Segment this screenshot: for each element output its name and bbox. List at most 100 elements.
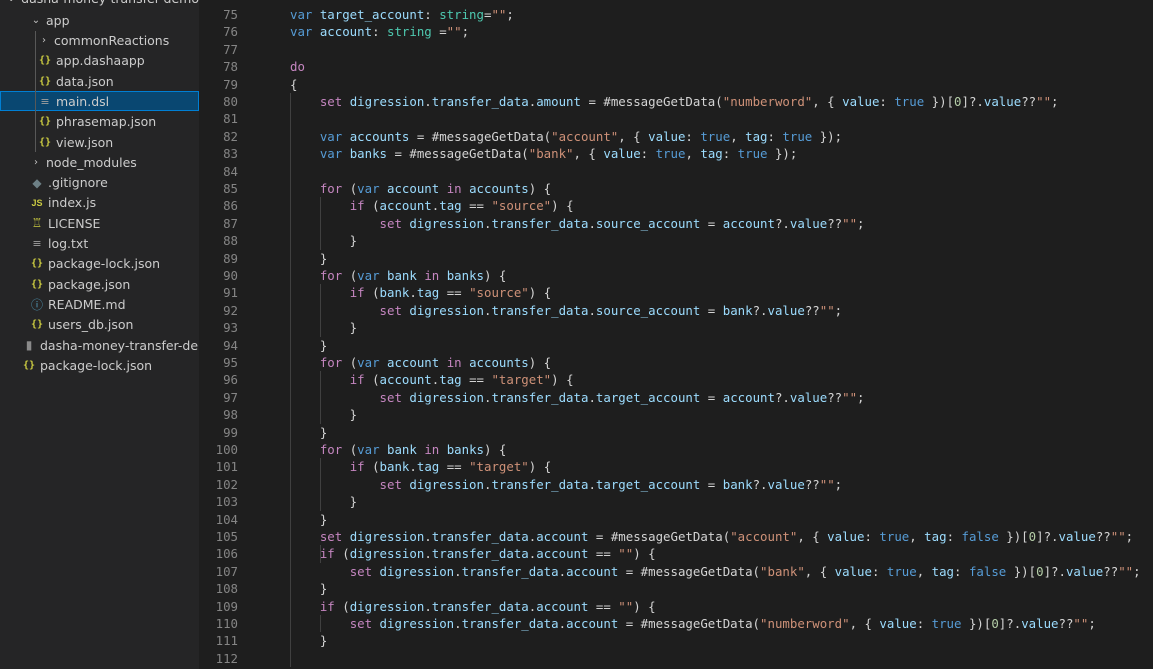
indent-guide [319, 458, 321, 511]
code-token: ) { [484, 268, 507, 283]
code-token: ; [506, 7, 514, 22]
code-token: banks [446, 268, 485, 283]
code-token: if [349, 372, 373, 388]
code-token: ?? [1058, 616, 1074, 631]
code-token: in [424, 442, 447, 457]
explorer-item[interactable]: JS index.js [0, 193, 199, 213]
code-token: 0 [954, 94, 962, 109]
explorer-item[interactable]: ◆ .gitignore [0, 173, 199, 193]
explorer-item[interactable]: {} package-lock.json [0, 355, 199, 375]
code-token: , { [618, 128, 649, 144]
code-token: value [983, 94, 1022, 109]
code-token: . [409, 285, 417, 301]
explorer-item-label: main.dsl [56, 93, 110, 109]
line-number: 86 [223, 198, 238, 214]
code-token: == [461, 198, 492, 214]
code-token: var [357, 268, 387, 283]
code-token: ; [834, 302, 843, 318]
explorer-item[interactable]: ≡ log.txt [0, 234, 199, 254]
line-number: 84 [223, 163, 238, 179]
code-token: tag [416, 459, 440, 475]
code-token: = #messageGetData( [409, 128, 552, 144]
code-token: in [446, 181, 470, 196]
explorer-item-label: package-lock.json [40, 357, 153, 373]
line-number: 107 [215, 563, 238, 579]
code-token: })[ [924, 94, 955, 109]
code-token: accounts [469, 355, 529, 370]
line-number: 89 [223, 250, 238, 266]
code-token: "" [618, 598, 634, 614]
code-token: ?. [752, 476, 768, 492]
code-token: : [916, 616, 932, 631]
code-line: 110 set digression.transfer_data.account… [199, 615, 1153, 632]
code-token: == [439, 459, 470, 475]
code-token: ?? [1095, 529, 1111, 544]
explorer-item[interactable]: {} app.dashaapp [0, 51, 199, 71]
explorer-item-label: view.json [56, 134, 114, 150]
explorer-item[interactable]: {} users_db.json [0, 315, 199, 335]
code-token: ; [1125, 529, 1134, 544]
explorer-item[interactable]: ⌄ app [0, 10, 199, 30]
code-text: set digression.transfer_data.source_acco… [290, 215, 865, 232]
explorer-item-label: users_db.json [48, 317, 134, 333]
code-token: false [961, 529, 999, 544]
explorer-item[interactable]: ▮ dasha-money-transfer-dem... [0, 335, 199, 355]
explorer-item[interactable]: › node_modules [0, 152, 199, 172]
explorer-item[interactable]: ≡ main.dsl [0, 91, 199, 112]
code-line: 79 { [199, 76, 1153, 93]
code-token: digression [349, 598, 425, 614]
explorer-item[interactable]: {} data.json [0, 71, 199, 91]
code-token: account [722, 389, 775, 405]
explorer-root-folder[interactable]: ⌄ dasha-money-transfer-demo [0, 0, 199, 8]
code-line: 103 } [199, 493, 1153, 510]
code-token: "target" [469, 459, 529, 475]
code-token: "numberword" [760, 616, 850, 631]
explorer-item[interactable]: {} phrasemap.json [0, 112, 199, 132]
code-token: : [685, 128, 701, 144]
code-token: value [879, 616, 917, 631]
code-line: 104 } [199, 511, 1153, 528]
json-icon: {} [38, 116, 52, 128]
code-line: 105 set digression.transfer_data.account… [199, 528, 1153, 545]
code-token: in [446, 355, 470, 370]
code-editor[interactable]: 75 var target_account: string=""; 76 var ac… [199, 0, 1153, 669]
code-token: "" [819, 302, 835, 318]
json-icon: {} [30, 278, 44, 290]
line-number: 83 [223, 146, 238, 162]
code-text: if (bank.tag == "source") { [290, 284, 551, 301]
code-token: tag [745, 128, 768, 144]
line-number: 78 [223, 59, 238, 75]
explorer-item[interactable]: › commonReactions [0, 31, 199, 51]
code-text: set digression.transfer_data.target_acco… [290, 476, 843, 493]
code-token: transfer_data [431, 546, 529, 562]
code-token: var [319, 128, 350, 144]
explorer-item[interactable]: {} package.json [0, 274, 199, 294]
code-line: 83 var banks = #messageGetData("bank", {… [199, 145, 1153, 162]
line-number: 98 [223, 407, 238, 423]
code-token: account [536, 546, 589, 562]
code-text: set digression.transfer_data.account = #… [290, 528, 1133, 545]
code-token: value [827, 529, 865, 544]
explorer-item-label: dasha-money-transfer-dem... [40, 337, 199, 353]
code-text: } [290, 250, 327, 267]
code-token: for [319, 442, 350, 457]
explorer-item[interactable]: {} package-lock.json [0, 254, 199, 274]
code-token: ; [857, 215, 865, 231]
explorer-item[interactable]: ⓘ README.md [0, 294, 199, 314]
explorer-item[interactable]: ♖ LICENSE [0, 213, 199, 233]
code-token: . [558, 616, 567, 631]
explorer-item[interactable]: {} view.json [0, 132, 199, 152]
chevron-right-icon: › [34, 156, 38, 168]
code-token: . [454, 616, 462, 631]
code-token: digression [349, 546, 425, 562]
code-token: ) { [528, 459, 552, 475]
code-token: var [290, 24, 320, 40]
code-token: true [894, 94, 925, 109]
code-line: 76 var account: string =""; [199, 23, 1153, 40]
code-token: bank [387, 268, 417, 283]
code-token: transfer_data [431, 529, 529, 544]
code-token: 0 [1028, 529, 1037, 544]
